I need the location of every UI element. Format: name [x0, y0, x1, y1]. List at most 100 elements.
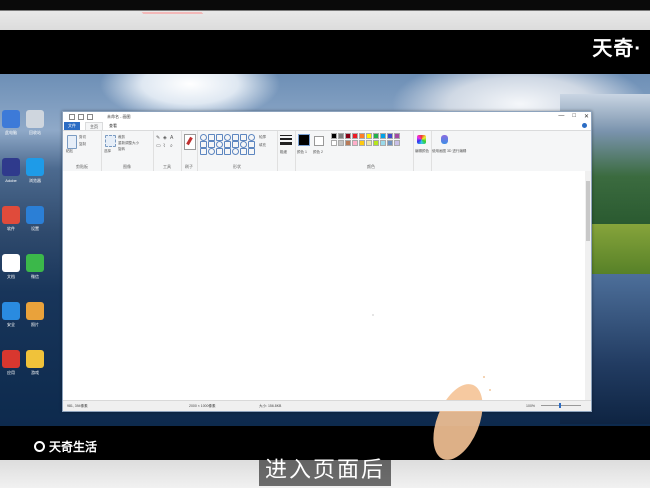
palette-swatch[interactable]	[380, 140, 386, 146]
shape-option-icon[interactable]	[200, 134, 207, 141]
minimize-button[interactable]: —	[558, 113, 564, 120]
desktop-app-icon[interactable]	[26, 206, 44, 224]
magnifier-icon[interactable]: ⌕	[170, 143, 173, 149]
desktop-app-icon[interactable]	[26, 350, 44, 368]
shape-option-icon[interactable]	[200, 141, 207, 148]
pencil-icon[interactable]: ✎	[156, 135, 160, 141]
shape-option-icon[interactable]	[216, 134, 223, 141]
paint-window[interactable]: 未命名 - 画图 — □ ✕ 文件 主页 查看 粘贴 剪切 复制 剪贴板 选择 …	[62, 111, 592, 467]
palette-swatch[interactable]	[366, 133, 372, 139]
zoom-slider-knob[interactable]	[559, 403, 561, 408]
palette-swatch[interactable]	[387, 133, 393, 139]
paint3d-icon[interactable]	[441, 135, 448, 144]
brush-icon[interactable]	[184, 134, 196, 150]
palette-swatch[interactable]	[331, 140, 337, 146]
shape-option-icon[interactable]	[240, 141, 247, 148]
shape-option-icon[interactable]	[224, 141, 231, 148]
eraser-icon[interactable]: ▭	[156, 143, 161, 149]
palette-swatch[interactable]	[352, 133, 358, 139]
palette-swatch[interactable]	[331, 133, 337, 139]
resize-button[interactable]: 重新调整大小	[118, 141, 139, 146]
palette-swatch[interactable]	[352, 140, 358, 146]
cut-button[interactable]: 剪切	[79, 135, 86, 140]
redo-icon[interactable]	[87, 114, 93, 120]
size-button[interactable]: 粗细	[280, 150, 287, 155]
palette-swatch[interactable]	[338, 133, 344, 139]
tools-label: 工具	[163, 164, 171, 169]
palette-swatch[interactable]	[394, 133, 400, 139]
desktop-app-icon[interactable]	[2, 206, 20, 224]
palette-swatch[interactable]	[366, 140, 372, 146]
palette-swatch[interactable]	[373, 133, 379, 139]
palette-swatch[interactable]	[359, 133, 365, 139]
shape-option-icon[interactable]	[232, 141, 239, 148]
outline-button[interactable]: 轮廓	[259, 135, 266, 140]
crop-button[interactable]: 裁剪	[118, 135, 125, 140]
desktop-app-icon[interactable]	[2, 110, 20, 128]
palette-swatch[interactable]	[345, 140, 351, 146]
zoom-slider[interactable]	[541, 405, 581, 406]
group-size[interactable]: 粗细	[277, 131, 296, 171]
paint3d-button[interactable]: 使用画图 3D 进行编辑	[432, 149, 466, 154]
palette-swatch[interactable]	[380, 133, 386, 139]
desktop-app-icon[interactable]	[26, 158, 44, 176]
shape-option-icon[interactable]	[208, 134, 215, 141]
shape-option-icon[interactable]	[216, 148, 223, 155]
desktop-app-icon[interactable]	[26, 254, 44, 272]
group-edit-colors[interactable]: 编辑颜色	[413, 131, 432, 171]
palette-swatch[interactable]	[338, 140, 344, 146]
save-icon[interactable]	[69, 114, 75, 120]
shape-option-icon[interactable]	[248, 134, 255, 141]
group-paint3d[interactable]: 使用画图 3D 进行编辑	[431, 131, 466, 171]
desktop-app-icon[interactable]	[26, 110, 44, 128]
desktop-app-icon[interactable]	[2, 350, 20, 368]
desktop-app-icon[interactable]	[2, 158, 20, 176]
text-icon[interactable]: A	[170, 135, 173, 141]
shape-option-icon[interactable]	[200, 148, 207, 155]
paste-icon[interactable]	[67, 135, 77, 149]
shape-option-icon[interactable]	[224, 148, 231, 155]
desktop-app-icon[interactable]	[2, 254, 20, 272]
help-icon[interactable]	[582, 123, 587, 128]
paste-button[interactable]: 粘贴	[66, 149, 73, 154]
color1-swatch[interactable]	[298, 134, 310, 146]
shape-option-icon[interactable]	[208, 148, 215, 155]
drawing-canvas[interactable]	[63, 171, 585, 467]
tab-home[interactable]: 主页	[85, 122, 103, 130]
shape-option-icon[interactable]	[248, 141, 255, 148]
fill-icon[interactable]: ◈	[163, 135, 167, 141]
palette-swatch[interactable]	[373, 140, 379, 146]
copy-button[interactable]: 复制	[79, 142, 86, 147]
tab-file[interactable]: 文件	[64, 122, 80, 130]
maximize-button[interactable]: □	[572, 113, 576, 120]
color2-swatch[interactable]	[314, 136, 324, 146]
edit-colors-icon[interactable]	[417, 135, 426, 144]
scrollbar-thumb[interactable]	[586, 181, 590, 241]
shape-option-icon[interactable]	[248, 148, 255, 155]
palette-swatch[interactable]	[345, 133, 351, 139]
fill-button[interactable]: 填充	[259, 143, 266, 148]
color-palette[interactable]	[331, 133, 400, 146]
shape-option-icon[interactable]	[232, 134, 239, 141]
undo-icon[interactable]	[78, 114, 84, 120]
shape-option-icon[interactable]	[208, 141, 215, 148]
shape-option-icon[interactable]	[232, 148, 239, 155]
desktop-app-icon[interactable]	[26, 302, 44, 320]
palette-swatch[interactable]	[394, 140, 400, 146]
palette-swatch[interactable]	[387, 140, 393, 146]
group-brushes[interactable]: 刷子	[181, 131, 198, 171]
shape-option-icon[interactable]	[224, 134, 231, 141]
desktop-app-icon[interactable]	[2, 302, 20, 320]
palette-swatch[interactable]	[359, 140, 365, 146]
shape-option-icon[interactable]	[240, 134, 247, 141]
select-button[interactable]: 选择	[104, 149, 111, 154]
vertical-scrollbar[interactable]	[585, 171, 591, 400]
close-button[interactable]: ✕	[584, 113, 589, 120]
edit-colors-button[interactable]: 编辑颜色	[415, 149, 429, 154]
shape-option-icon[interactable]	[216, 141, 223, 148]
color-picker-icon[interactable]: ⌇	[163, 143, 165, 149]
select-icon[interactable]	[105, 135, 116, 147]
shape-option-icon[interactable]	[240, 148, 247, 155]
rotate-button[interactable]: 旋转	[118, 147, 125, 152]
tab-view[interactable]: 查看	[105, 122, 121, 130]
